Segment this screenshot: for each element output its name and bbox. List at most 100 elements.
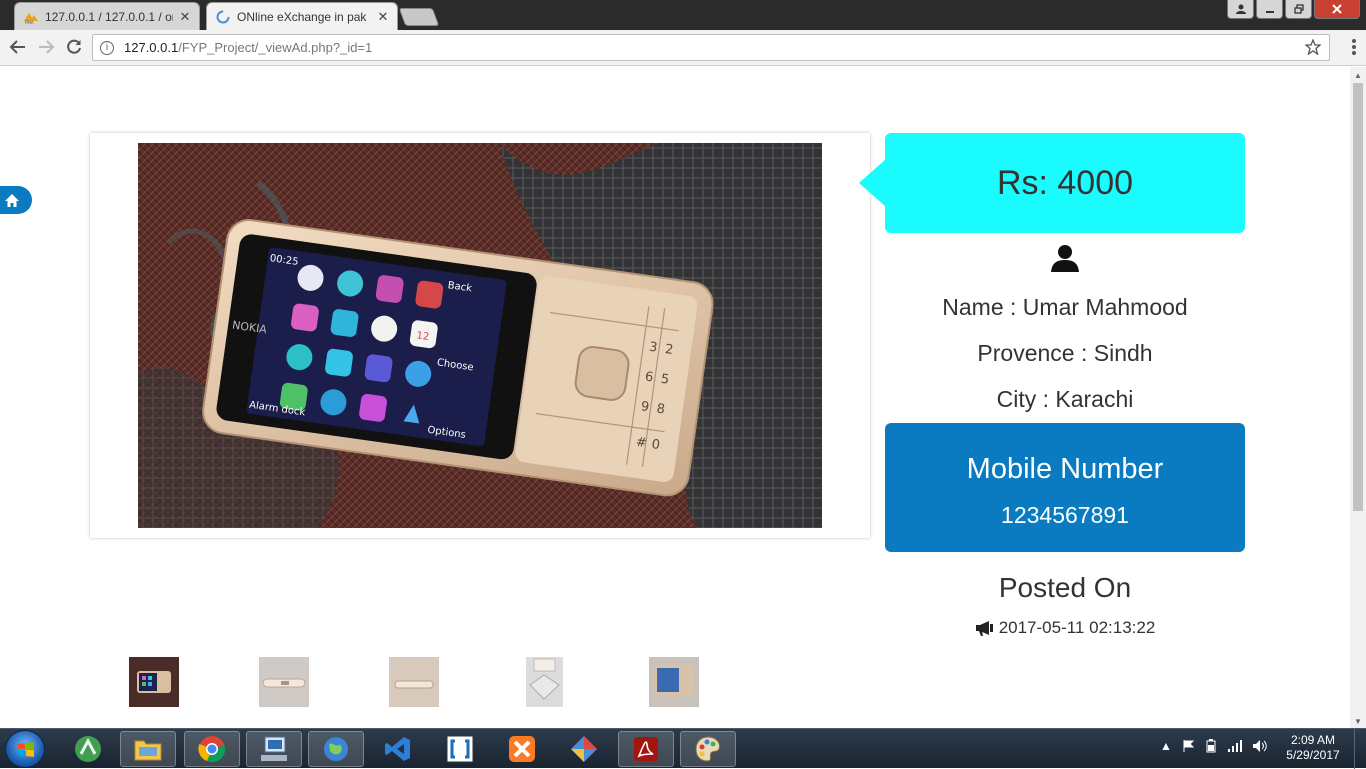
network-signal-icon[interactable] bbox=[1227, 739, 1243, 753]
kite-app-icon bbox=[571, 736, 597, 762]
taskbar-xampp[interactable] bbox=[494, 731, 550, 767]
thumbnail-2[interactable] bbox=[259, 657, 309, 707]
taskbar-acrobat[interactable] bbox=[618, 731, 674, 767]
ad-photo-card: 3 6 9 # 2580 00:25 Back Choose Options A… bbox=[90, 133, 870, 538]
ad-main-photo[interactable]: 3 6 9 # 2580 00:25 Back Choose Options A… bbox=[138, 143, 822, 528]
price-badge: Rs: 4000 bbox=[859, 133, 1245, 233]
forward-arrow-icon bbox=[39, 40, 55, 54]
window-controls bbox=[1225, 0, 1360, 19]
scroll-down-arrow-icon[interactable]: ▼ bbox=[1354, 717, 1362, 726]
url-path: /FYP_Project/_viewAd.php?_id=1 bbox=[178, 40, 373, 55]
show-hidden-icons-icon[interactable]: ▲ bbox=[1160, 739, 1172, 753]
network-computer-icon bbox=[261, 736, 287, 761]
taskbar-android-studio[interactable] bbox=[60, 731, 116, 767]
seller-city: City : Karachi bbox=[996, 386, 1134, 412]
restore-icon bbox=[1293, 4, 1304, 14]
taskbar-network-app[interactable] bbox=[246, 731, 302, 767]
forward-button[interactable] bbox=[36, 38, 56, 58]
calendar-day-text: 12 bbox=[416, 330, 430, 343]
nokia-phone-photo: 369# 2580 00:25 Back Choose Options Alar… bbox=[138, 143, 822, 528]
volume-icon[interactable] bbox=[1252, 739, 1268, 753]
thumbnail-phone-box-image bbox=[526, 657, 563, 707]
browser-tab-strip: PMA 127.0.0.1 / 127.0.0.1 / on ✕ ONline … bbox=[0, 0, 1366, 30]
show-desktop-button[interactable] bbox=[1354, 729, 1366, 769]
svg-text:PMA: PMA bbox=[25, 20, 34, 25]
home-icon bbox=[5, 193, 19, 207]
mobile-number-box: Mobile Number 1234567891 bbox=[885, 423, 1245, 552]
tab-close-icon[interactable]: ✕ bbox=[377, 9, 389, 25]
visual-studio-icon bbox=[385, 737, 410, 761]
restore-button[interactable] bbox=[1285, 0, 1312, 19]
close-icon bbox=[1332, 4, 1342, 14]
mobile-number-label: Mobile Number bbox=[966, 453, 1164, 485]
profile-icon bbox=[1235, 4, 1246, 14]
thumbnail-phone-edge-image bbox=[389, 657, 439, 707]
phpmyadmin-icon: PMA bbox=[24, 12, 38, 25]
taskbar-clock[interactable]: 2:09 AM 5/29/2017 bbox=[1283, 733, 1343, 763]
price-text: Rs: 4000 bbox=[996, 163, 1134, 202]
minimize-icon bbox=[1265, 11, 1274, 13]
tab-close-icon[interactable]: ✕ bbox=[179, 9, 191, 25]
url-host: 127.0.0.1 bbox=[124, 40, 179, 55]
posted-on-title: Posted On bbox=[998, 572, 1132, 603]
paint-palette-icon bbox=[695, 736, 720, 762]
taskbar-visual-studio[interactable] bbox=[370, 731, 426, 767]
taskbar-file-explorer[interactable] bbox=[120, 731, 176, 767]
android-studio-icon bbox=[75, 736, 101, 762]
system-tray: ▲ bbox=[1160, 739, 1268, 753]
thumbnail-phone-image bbox=[129, 657, 179, 707]
reload-button[interactable] bbox=[64, 38, 84, 58]
action-center-flag-icon[interactable] bbox=[1181, 739, 1195, 753]
tab-title: 127.0.0.1 / 127.0.0.1 / on bbox=[45, 9, 173, 24]
thumbnail-3[interactable] bbox=[389, 657, 439, 707]
thumbnail-4[interactable] bbox=[526, 657, 563, 707]
address-bar[interactable]: i 127.0.0.1/FYP_Project/_viewAd.php?_id=… bbox=[92, 34, 1330, 61]
scrollbar-thumb[interactable] bbox=[1353, 83, 1363, 511]
taskbar-globe-app[interactable] bbox=[308, 731, 364, 767]
minimize-button[interactable] bbox=[1256, 0, 1283, 19]
posted-on-row: 2017-05-11 02:13:22 bbox=[885, 618, 1245, 638]
start-button[interactable] bbox=[5, 730, 45, 768]
xampp-icon bbox=[509, 736, 535, 762]
windows-logo-icon bbox=[18, 742, 34, 757]
seller-name: Name : Umar Mahmood bbox=[942, 294, 1188, 320]
bookmark-star-icon[interactable] bbox=[1305, 39, 1321, 55]
seller-province: Provence : Sindh bbox=[977, 340, 1153, 366]
browser-menu-icon[interactable] bbox=[1352, 39, 1356, 57]
browser-toolbar: i 127.0.0.1/FYP_Project/_viewAd.php?_id=… bbox=[0, 30, 1366, 66]
tab-title: ONline eXchange in pak bbox=[237, 9, 367, 24]
loading-spinner-icon bbox=[216, 10, 230, 23]
home-link[interactable] bbox=[0, 186, 32, 214]
reload-icon bbox=[67, 39, 81, 54]
taskbar-brackets[interactable] bbox=[432, 731, 488, 767]
scroll-up-arrow-icon[interactable]: ▲ bbox=[1354, 71, 1362, 80]
tab-phpmyadmin[interactable]: PMA 127.0.0.1 / 127.0.0.1 / on ✕ bbox=[14, 2, 200, 30]
svg-text:#: # bbox=[635, 435, 648, 451]
megaphone-icon bbox=[975, 621, 993, 636]
chrome-icon bbox=[198, 736, 226, 763]
user-icon bbox=[1051, 245, 1079, 272]
taskbar-app-kite[interactable] bbox=[556, 731, 612, 767]
thumbnail-5[interactable] bbox=[649, 657, 699, 707]
brackets-icon bbox=[446, 735, 474, 763]
taskbar-chrome[interactable] bbox=[184, 731, 240, 767]
battery-icon[interactable] bbox=[1204, 739, 1218, 753]
tab-online-exchange[interactable]: ONline eXchange in pak ✕ bbox=[206, 2, 398, 30]
thumbnail-1[interactable] bbox=[129, 657, 179, 707]
folder-icon bbox=[134, 740, 162, 761]
pdf-reader-icon bbox=[634, 737, 658, 761]
windows-taskbar: ▲ 2:09 AM 5/29/2017 bbox=[0, 728, 1366, 769]
taskbar-paint[interactable] bbox=[680, 731, 736, 767]
close-window-button[interactable] bbox=[1314, 0, 1360, 19]
new-tab-button[interactable] bbox=[398, 8, 440, 26]
page-content: 3 6 9 # 2580 00:25 Back Choose Options A… bbox=[0, 67, 1350, 728]
user-profile-button[interactable] bbox=[1227, 0, 1254, 19]
page-scrollbar[interactable]: ▲ ▼ bbox=[1350, 67, 1366, 728]
mobile-number-value[interactable]: 1234567891 bbox=[885, 502, 1245, 529]
site-info-icon[interactable]: i bbox=[100, 40, 114, 55]
back-arrow-icon bbox=[9, 40, 25, 54]
clock-time: 2:09 AM bbox=[1290, 733, 1336, 747]
back-button[interactable] bbox=[8, 38, 28, 58]
thumbnail-phone-front-image bbox=[649, 657, 699, 707]
globe-icon bbox=[324, 737, 348, 761]
